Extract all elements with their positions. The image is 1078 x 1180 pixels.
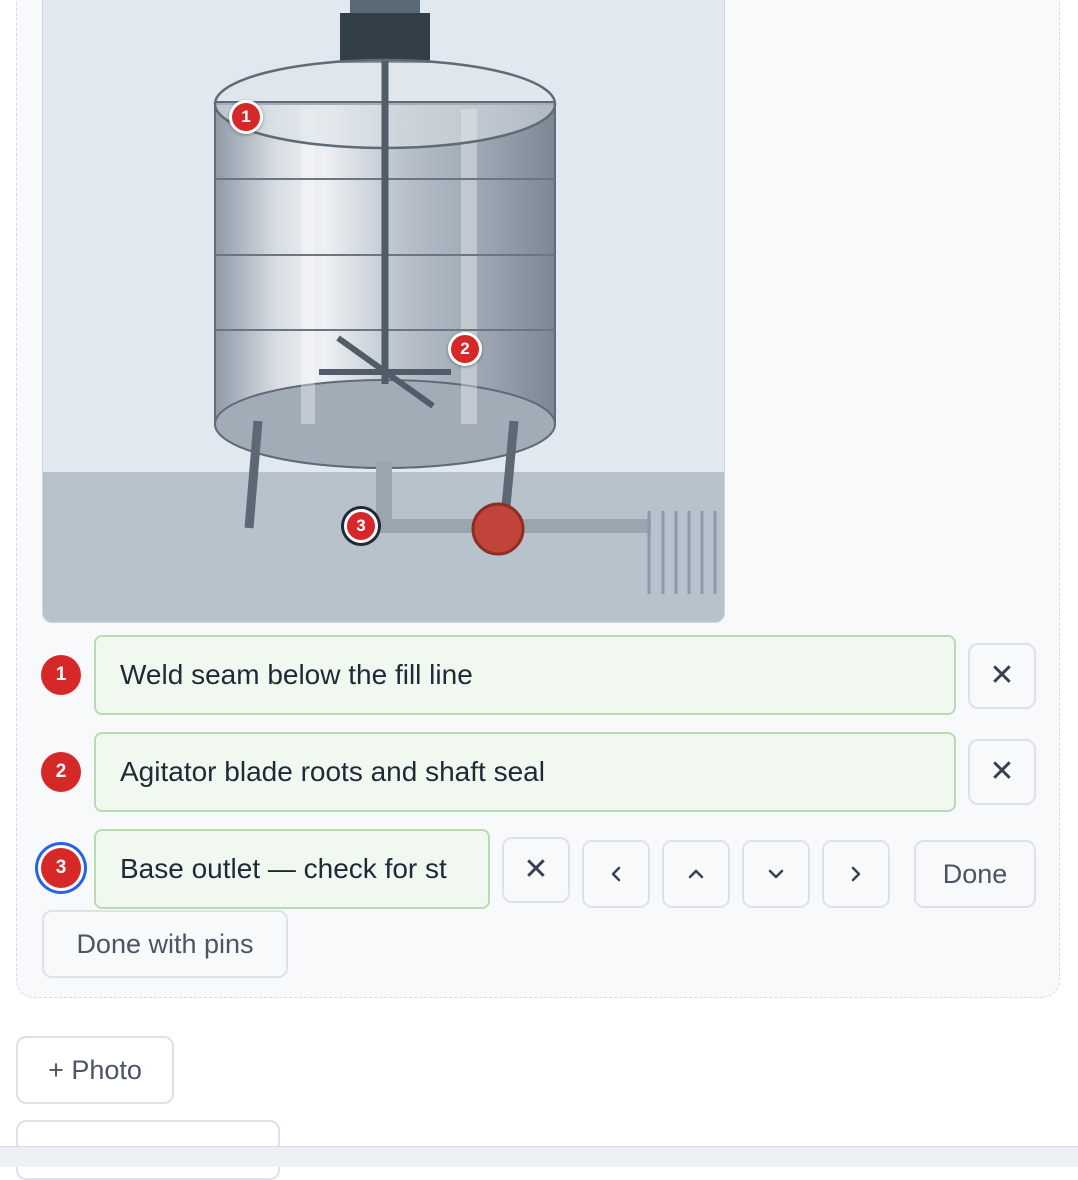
pin-2-note-field[interactable]: Agitator blade roots and shaft seal bbox=[94, 732, 956, 812]
tank-illustration bbox=[43, 0, 724, 622]
pin-2-remove-button[interactable]: ✕ bbox=[968, 739, 1036, 805]
pin-1-badge[interactable]: 1 bbox=[41, 655, 81, 695]
pin-marker-1[interactable]: 1 bbox=[229, 100, 263, 134]
tank-photo[interactable]: 1 2 3 bbox=[42, 0, 725, 623]
bottom-bar bbox=[0, 1146, 1078, 1167]
move-pin-down-button[interactable] bbox=[742, 840, 810, 908]
move-pin-left-button[interactable] bbox=[582, 840, 650, 908]
move-pin-right-button[interactable] bbox=[822, 840, 890, 908]
chevron-right-icon bbox=[851, 866, 861, 882]
pin-3-remove-button[interactable]: ✕ bbox=[502, 837, 570, 903]
chevron-up-icon bbox=[688, 869, 704, 879]
pin-1-note-field[interactable]: Weld seam below the fill line bbox=[94, 635, 956, 715]
done-with-pins-button[interactable]: Done with pins bbox=[42, 910, 288, 978]
close-icon: ✕ bbox=[989, 755, 1015, 788]
pin-marker-3[interactable]: 3 bbox=[344, 509, 378, 543]
pin-2-badge[interactable]: 2 bbox=[41, 752, 81, 792]
pin-1-remove-button[interactable]: ✕ bbox=[968, 643, 1036, 709]
pin-3-note-field[interactable]: Base outlet — check for st bbox=[94, 829, 490, 909]
chevron-left-icon bbox=[611, 866, 621, 882]
pin-marker-2[interactable]: 2 bbox=[448, 332, 482, 366]
pin-3-badge[interactable]: 3 bbox=[41, 848, 81, 888]
add-photo-button[interactable]: + Photo bbox=[16, 1036, 174, 1104]
done-button[interactable]: Done bbox=[914, 840, 1036, 908]
close-icon: ✕ bbox=[523, 853, 549, 886]
move-pin-up-button[interactable] bbox=[662, 840, 730, 908]
chevron-down-icon bbox=[768, 869, 784, 879]
close-icon: ✕ bbox=[989, 659, 1015, 692]
